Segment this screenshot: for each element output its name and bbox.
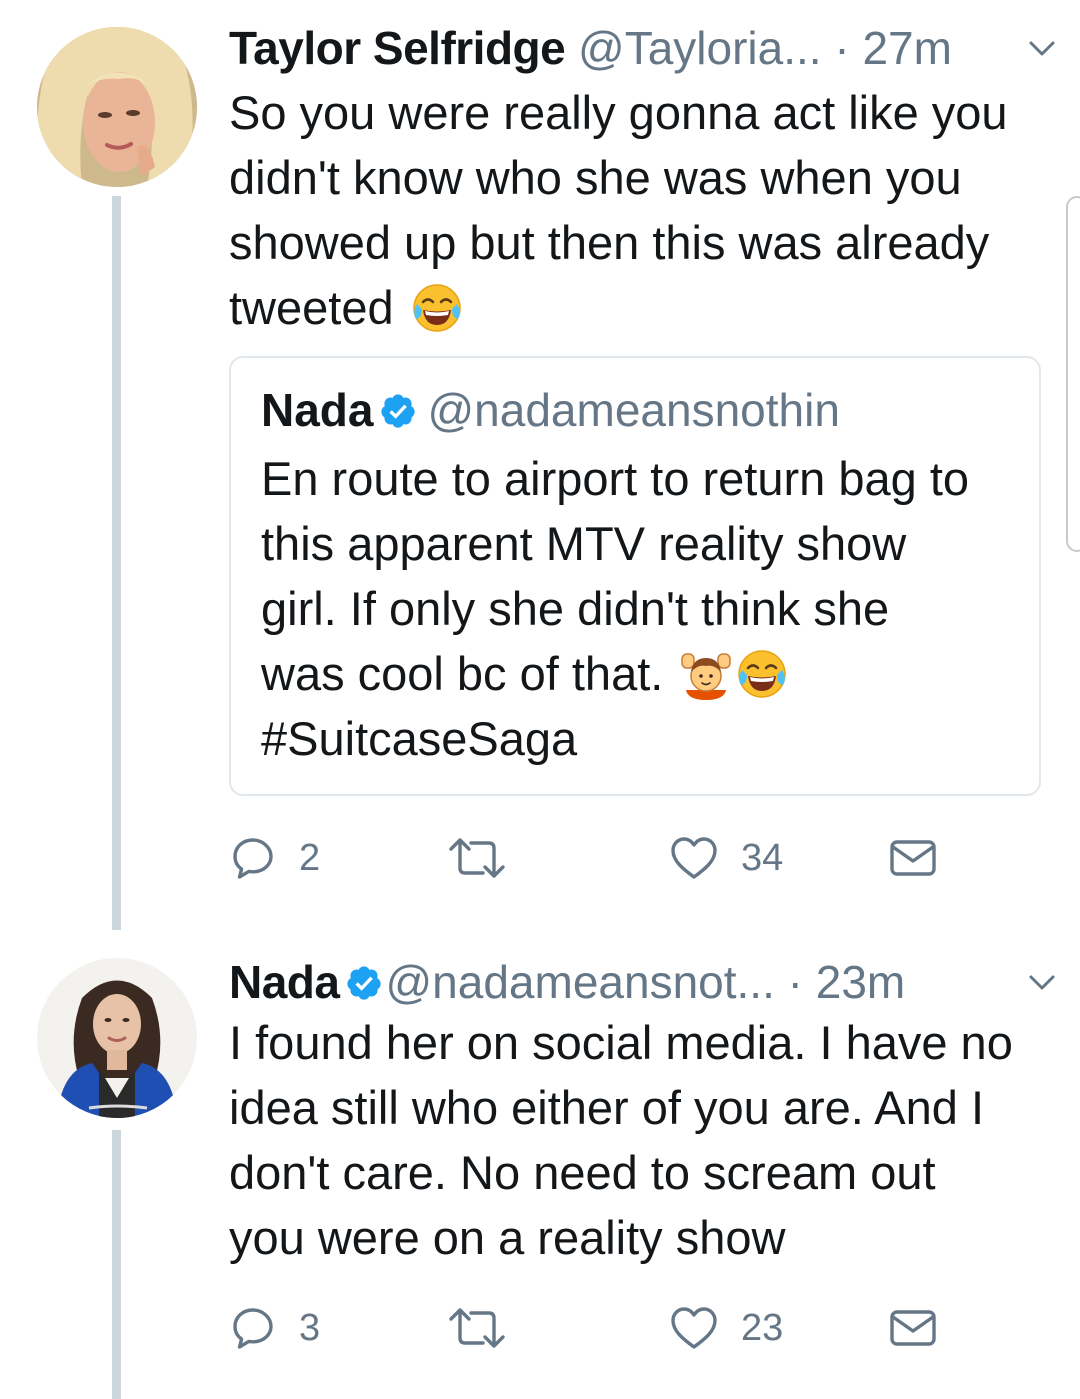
tweet-header: Taylor Selfridge @Tayloria... · 27m	[229, 20, 1059, 76]
verified-badge-icon	[345, 964, 383, 1002]
tweet-time[interactable]: · 23m	[788, 956, 906, 1008]
author-handle[interactable]: @nadameansnot...	[385, 956, 774, 1008]
retweet-icon	[445, 834, 509, 882]
chevron-down-icon[interactable]	[1027, 972, 1057, 994]
reply-count: 2	[299, 836, 321, 879]
retweet-button[interactable]	[445, 828, 531, 888]
reply-button[interactable]: 3	[229, 1298, 320, 1358]
direct-message-icon	[889, 1308, 937, 1348]
like-icon	[669, 835, 719, 881]
face-with-tears-of-joy-icon	[736, 648, 788, 700]
thread-line	[112, 196, 121, 930]
quoted-tweet-header: Nada @nadameansnothin	[261, 382, 840, 438]
person-raising-both-hands-icon	[680, 648, 732, 700]
chevron-down-icon[interactable]	[1027, 38, 1057, 60]
direct-message-button[interactable]	[889, 1298, 937, 1358]
verified-badge-icon	[379, 392, 417, 430]
side-scroll-handle[interactable]	[1066, 196, 1080, 552]
reply-button[interactable]: 2	[229, 828, 320, 888]
like-count: 23	[741, 1306, 784, 1349]
author-handle[interactable]: @Tayloria...	[578, 22, 822, 74]
like-button[interactable]: 23	[669, 1298, 783, 1358]
tweet-text-content: So you were really gonna act like you di…	[229, 86, 1008, 334]
hashtag-link[interactable]: #SuitcaseSaga	[261, 712, 577, 765]
reply-count: 3	[299, 1306, 321, 1349]
quoted-tweet[interactable]: Nada @nadameansnothin En route to airport…	[229, 356, 1041, 796]
author-name[interactable]: Nada	[229, 956, 340, 1008]
quoted-author-name: Nada	[261, 384, 374, 436]
like-icon	[669, 1305, 719, 1351]
tweet-actions: 2 34	[229, 828, 1059, 888]
retweet-icon	[445, 1304, 509, 1352]
reply-icon	[229, 1304, 277, 1352]
avatar[interactable]	[37, 958, 197, 1118]
tweet-text: So you were really gonna act like you di…	[229, 80, 1059, 340]
author-name[interactable]: Taylor Selfridge	[229, 22, 566, 74]
tweet-actions: 3 23	[229, 1298, 1059, 1358]
tweet[interactable]: Taylor Selfridge @Tayloria... · 27m So y…	[0, 0, 1080, 930]
retweet-button[interactable]	[445, 1298, 531, 1358]
like-button[interactable]: 34	[669, 828, 783, 888]
avatar[interactable]	[37, 27, 197, 187]
quoted-tweet-text: En route to airport to return bag to thi…	[261, 446, 1021, 771]
tweet-header: Nada @nadameansnot... · 23m	[229, 954, 1059, 1010]
tweet-time[interactable]: · 27m	[834, 22, 952, 74]
direct-message-icon	[889, 838, 937, 878]
direct-message-button[interactable]	[889, 828, 937, 888]
quoted-author-handle: @nadameansnothin	[427, 384, 840, 436]
reply-icon	[229, 834, 277, 882]
face-with-tears-of-joy-icon	[411, 282, 463, 334]
quoted-text-content: En route to airport to return bag to thi…	[261, 452, 970, 700]
tweet[interactable]: Nada @nadameansnot... · 23m I found her o…	[0, 930, 1080, 1399]
tweet-text: I found her on social media. I have no i…	[229, 1016, 1013, 1264]
thread-line	[112, 1130, 121, 1399]
like-count: 34	[741, 836, 784, 879]
